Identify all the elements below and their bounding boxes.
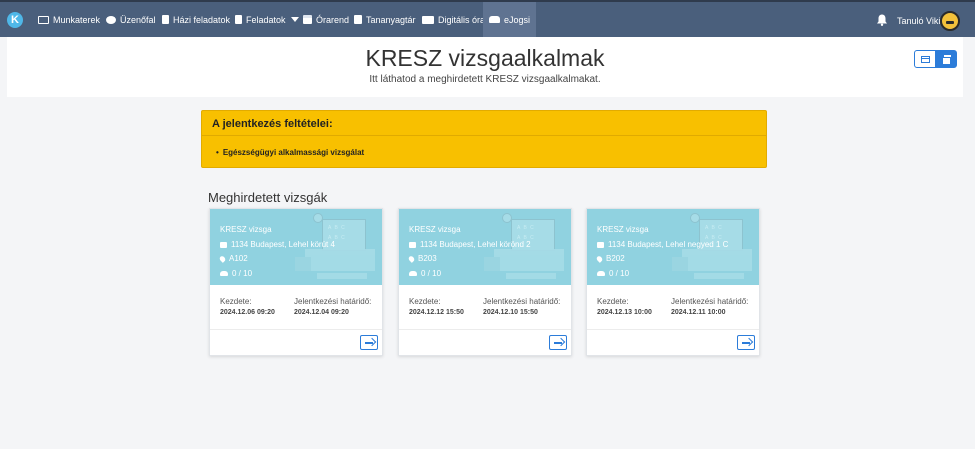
deadline-value: 2024.12.04 09:20: [294, 309, 349, 316]
exam-address-text: 1134 Budapest, Lehel körönd 2: [420, 240, 531, 249]
exam-title: KRESZ vizsga: [220, 225, 272, 234]
exam-card: KRESZ vizsga 1134 Budapest, Lehel körönd…: [398, 208, 572, 356]
nav-item-tananyagtar[interactable]: Tananyagtár: [354, 2, 416, 37]
nav-label: Digitális óra: [438, 14, 486, 25]
start-label: Kezdete:: [220, 297, 252, 306]
deadline-value: 2024.12.10 15:50: [483, 309, 538, 316]
caret-down-icon: [290, 17, 299, 22]
map-pin-icon: [218, 254, 227, 263]
bell-icon[interactable]: [876, 14, 888, 26]
exam-card: KRESZ vizsga 1134 Budapest, Lehel körút …: [209, 208, 383, 356]
nav-item-uzenofal[interactable]: Üzenőfal: [106, 2, 156, 37]
nav-label: Feladatok: [246, 14, 286, 25]
nav-item-feladatok[interactable]: Feladatok: [235, 2, 299, 37]
nav-item-ejogsi[interactable]: eJogsi: [483, 2, 537, 37]
map-pin-icon: [407, 254, 416, 263]
card-view-button[interactable]: [935, 50, 957, 68]
nav-label: Házi feladatok: [173, 14, 231, 25]
map-pin-icon: [595, 254, 604, 263]
table-view-button[interactable]: [914, 50, 936, 68]
nav-item-orarend[interactable]: Órarend: [303, 2, 349, 37]
nav-item-hazi-feladatok[interactable]: Házi feladatok: [162, 2, 230, 37]
people-icon: [220, 271, 228, 276]
exam-room-text: A102: [229, 254, 248, 263]
requirements-alert: A jelentkezés feltételei: Egészségügyi a…: [201, 110, 767, 168]
exam-card-banner: KRESZ vizsga 1134 Budapest, Lehel negyed…: [587, 209, 759, 285]
monitor-icon: [38, 15, 49, 24]
start-value: 2024.12.13 10:00: [597, 309, 652, 316]
open-exam-button[interactable]: [549, 335, 567, 350]
exam-capacity: 0 / 10: [597, 269, 629, 278]
people-icon: [597, 271, 605, 276]
book-icon: [354, 15, 362, 24]
deadline-label: Jelentkezési határidő:: [483, 297, 561, 306]
car-icon: [489, 16, 500, 23]
divider: [587, 329, 759, 330]
exam-card: KRESZ vizsga 1134 Budapest, Lehel negyed…: [586, 208, 760, 356]
page-subtitle: Itt láthatod a meghirdetett KRESZ vizsga…: [369, 74, 601, 85]
nav-item-digitalis-ora[interactable]: Digitális óra: [422, 2, 485, 37]
exam-address: 1134 Budapest, Lehel körút 4: [220, 240, 335, 249]
cards-icon: [941, 55, 951, 65]
requirements-title: A jelentkezés feltételei:: [212, 118, 333, 130]
exam-room: B203: [407, 254, 437, 263]
map-icon: [409, 241, 416, 248]
exam-card-banner: KRESZ vizsga 1134 Budapest, Lehel körönd…: [399, 209, 571, 285]
nav-label: Tananyagtár: [366, 14, 416, 25]
exam-room-text: B203: [418, 254, 437, 263]
nav-item-munkaterek[interactable]: Munkaterek: [38, 2, 100, 37]
chat-bubble-icon: [106, 15, 116, 24]
calendar-icon: [303, 15, 312, 24]
exam-capacity: 0 / 10: [409, 269, 441, 278]
open-exam-button[interactable]: [360, 335, 378, 350]
user-name[interactable]: Tanuló Viki: [897, 16, 940, 26]
exam-address-text: 1134 Budapest, Lehel negyed 1 C: [608, 240, 729, 249]
requirement-item: Egészségügyi alkalmassági vizsgálat: [216, 148, 364, 157]
exam-capacity-text: 0 / 10: [421, 269, 442, 278]
section-title: Meghirdetett vizsgák: [208, 190, 328, 205]
deadline-value: 2024.12.11 10:00: [671, 309, 726, 316]
exam-title: KRESZ vizsga: [597, 225, 649, 234]
exam-address-text: 1134 Budapest, Lehel körút 4: [231, 240, 335, 249]
open-exam-button[interactable]: [737, 335, 755, 350]
deadline-label: Jelentkezési határidő:: [671, 297, 749, 306]
avatar[interactable]: [940, 11, 960, 31]
exam-address: 1134 Budapest, Lehel negyed 1 C: [597, 240, 728, 249]
start-label: Kezdete:: [409, 297, 441, 306]
start-value: 2024.12.06 09:20: [220, 309, 275, 316]
start-value: 2024.12.12 15:50: [409, 309, 464, 316]
exam-title: KRESZ vizsga: [409, 225, 461, 234]
video-camera-icon: [422, 15, 434, 24]
page-header: KRESZ vizsgaalkalmak Itt láthatod a megh…: [7, 37, 963, 97]
map-icon: [597, 241, 604, 248]
exam-card-banner: KRESZ vizsga 1134 Budapest, Lehel körút …: [210, 209, 382, 285]
nav-label: Munkaterek: [53, 14, 101, 25]
clipboard-icon: [235, 15, 242, 24]
classroom-illustration-icon: [295, 249, 375, 279]
document-icon: [162, 15, 169, 24]
exam-address: 1134 Budapest, Lehel körönd 2: [409, 240, 531, 249]
deadline-label: Jelentkezési határidő:: [294, 297, 372, 306]
table-icon: [920, 55, 930, 63]
map-icon: [220, 241, 227, 248]
exam-capacity: 0 / 10: [220, 269, 252, 278]
classroom-illustration-icon: [484, 249, 564, 279]
exam-capacity-text: 0 / 10: [232, 269, 253, 278]
divider: [399, 329, 571, 330]
divider: [202, 135, 766, 136]
start-label: Kezdete:: [597, 297, 629, 306]
nav-label: eJogsi: [504, 14, 531, 25]
nav-label: Órarend: [316, 14, 350, 25]
exam-room-text: B202: [606, 254, 625, 263]
top-navbar: K Munkaterek Üzenőfal Házi feladatok Fel…: [0, 0, 975, 37]
page-title: KRESZ vizsgaalkalmak: [365, 45, 605, 71]
classroom-illustration-icon: [672, 249, 752, 279]
exam-room: A102: [218, 254, 248, 263]
exam-capacity-text: 0 / 10: [609, 269, 630, 278]
people-icon: [409, 271, 417, 276]
exam-room: B202: [595, 254, 625, 263]
divider: [210, 329, 382, 330]
app-logo-icon[interactable]: K: [7, 12, 23, 28]
nav-label: Üzenőfal: [120, 14, 156, 25]
